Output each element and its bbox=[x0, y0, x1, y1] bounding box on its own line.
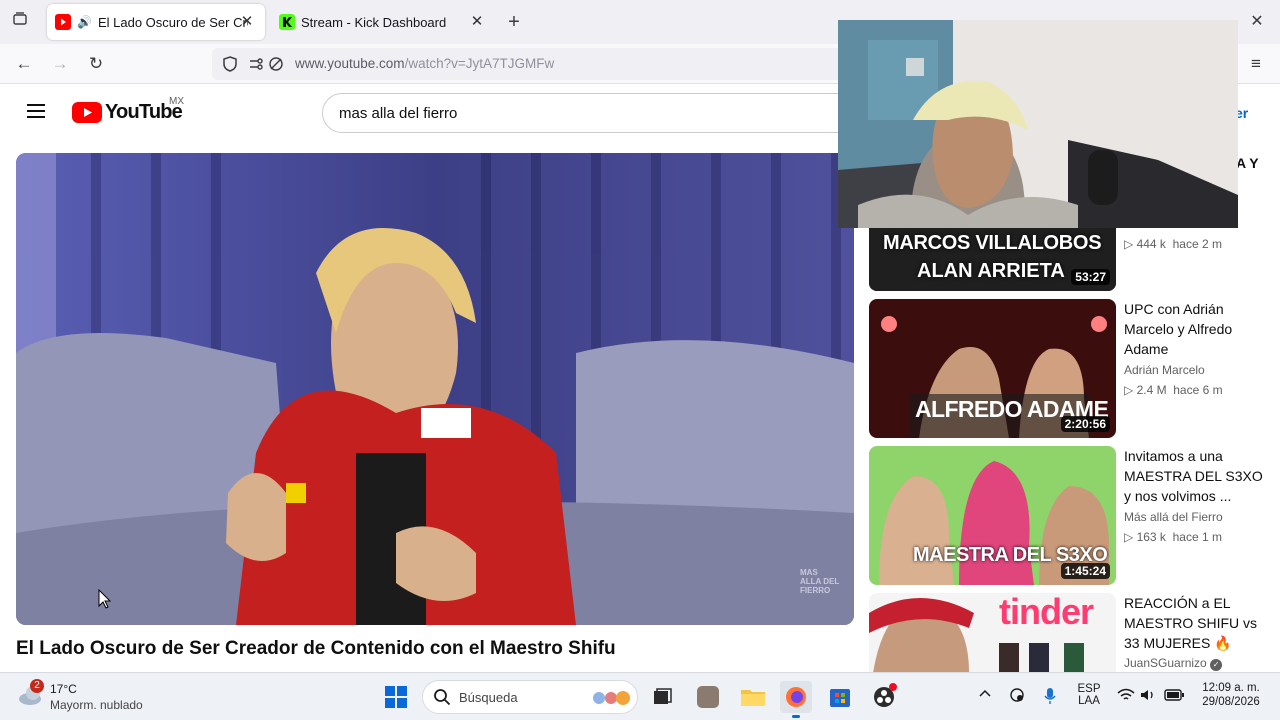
forward-icon[interactable]: → bbox=[48, 52, 72, 76]
video-stats: ▷ 163 k hace 1 m bbox=[1124, 530, 1222, 544]
store-icon[interactable] bbox=[824, 681, 856, 713]
weather-condition[interactable]: Mayorm. nublado bbox=[50, 698, 143, 712]
close-tab-icon[interactable]: ✕ bbox=[467, 12, 487, 32]
start-button[interactable] bbox=[380, 681, 412, 713]
thumbnail-text: tinder bbox=[999, 593, 1094, 632]
search-icon bbox=[433, 688, 451, 711]
microphone-icon[interactable] bbox=[1043, 687, 1057, 710]
tab-list-icon[interactable] bbox=[8, 10, 32, 34]
new-tab-icon[interactable]: + bbox=[502, 10, 526, 34]
video-title[interactable]: REACCIÓN a EL MAESTRO SHIFU vs 33 MUJERE… bbox=[1124, 593, 1264, 653]
permissions-icon[interactable] bbox=[248, 56, 264, 77]
autoplay-blocked-icon[interactable] bbox=[268, 56, 284, 77]
recommendation-item[interactable]: tinder REACCIÓN a EL MAESTRO SHIFU vs 33… bbox=[869, 593, 1269, 672]
windows-taskbar: 2 17°C Mayorm. nublado Búsqueda ESP LAA … bbox=[0, 672, 1280, 720]
search-query: mas alla del fierro bbox=[339, 105, 458, 122]
search-placeholder: Búsqueda bbox=[459, 690, 518, 705]
recommendation-item[interactable]: ALFREDO ADAME 2:20:56 UPC con Adrián Mar… bbox=[869, 299, 1269, 438]
kick-favicon-icon bbox=[279, 14, 295, 30]
file-explorer-icon[interactable] bbox=[737, 681, 769, 713]
obs-icon[interactable] bbox=[868, 681, 900, 713]
search-highlight-icon bbox=[591, 689, 633, 712]
window-close-icon[interactable]: ✕ bbox=[1245, 10, 1269, 34]
video-duration: 2:20:56 bbox=[1060, 416, 1110, 432]
url-bar[interactable]: www.youtube.com/watch?v=JytA7TJGMFw bbox=[212, 48, 852, 80]
video-duration: 1:45:24 bbox=[1060, 563, 1110, 579]
task-view-icon[interactable] bbox=[646, 681, 678, 713]
channel-watermark: MAS ALLA DEL FIERRO bbox=[800, 568, 840, 595]
thumbnail-text: MARCOS VILLALOBOS bbox=[883, 232, 1102, 254]
tab-title: Stream - Kick Dashboard bbox=[301, 14, 447, 30]
close-tab-icon[interactable]: ✕ bbox=[237, 12, 257, 32]
video-thumbnail[interactable]: ALFREDO ADAME 2:20:56 bbox=[869, 299, 1116, 438]
channel-name[interactable]: Más allá del Fierro bbox=[1124, 510, 1223, 524]
chevron-up-icon[interactable] bbox=[978, 687, 992, 704]
youtube-favicon-icon bbox=[55, 14, 71, 30]
shield-icon[interactable] bbox=[221, 55, 239, 78]
volume-icon[interactable] bbox=[1140, 688, 1156, 707]
language-indicator[interactable]: ESP LAA bbox=[1074, 683, 1104, 707]
battery-icon[interactable] bbox=[1164, 688, 1184, 707]
verified-icon: ✓ bbox=[1210, 659, 1223, 671]
weather-widget[interactable]: 2 bbox=[18, 679, 46, 709]
notification-badge: 2 bbox=[30, 679, 44, 693]
video-thumbnail[interactable]: MAESTRA DEL S3XO 1:45:24 bbox=[869, 446, 1116, 585]
channel-name[interactable]: JuanSGuarnizo ✓ bbox=[1124, 656, 1223, 671]
menu-icon[interactable] bbox=[27, 100, 45, 122]
video-stats: ▷ 444 k hace 2 m bbox=[1124, 237, 1222, 251]
video-title[interactable]: UPC con Adrián Marcelo y Alfredo Adame bbox=[1124, 299, 1264, 359]
search-input[interactable]: mas alla del fierro ✕ bbox=[322, 93, 852, 133]
tab-kick-dashboard[interactable]: Stream - Kick Dashboard ✕ bbox=[271, 4, 495, 40]
tab-title: El Lado Oscuro de Ser Crea bbox=[97, 14, 248, 30]
app-menu-icon[interactable]: ≡ bbox=[1244, 52, 1268, 76]
video-stats: ▷ 2.4 M hace 6 m bbox=[1124, 383, 1223, 397]
video-duration: 53:27 bbox=[1071, 269, 1110, 285]
back-icon[interactable]: ← bbox=[12, 52, 36, 76]
temperature[interactable]: 17°C bbox=[50, 682, 77, 696]
webcam-feed bbox=[838, 20, 1238, 228]
channel-name[interactable]: Adrián Marcelo bbox=[1124, 363, 1205, 377]
url-text: www.youtube.com/watch?v=JytA7TJGMFw bbox=[295, 56, 555, 71]
clock[interactable]: 12:09 a. m. 29/08/2026 bbox=[1194, 682, 1268, 708]
firefox-icon[interactable] bbox=[780, 681, 812, 718]
windows-logo-icon bbox=[385, 686, 407, 708]
webcam-overlay bbox=[838, 20, 1238, 228]
thumbnail-text: ALAN ARRIETA bbox=[917, 260, 1065, 282]
taskbar-search[interactable]: Búsqueda bbox=[422, 680, 638, 714]
region-code: MX bbox=[169, 96, 184, 107]
tab-youtube-video[interactable]: 🔊 El Lado Oscuro de Ser Crea ✕ bbox=[47, 4, 265, 40]
video-player[interactable]: MAS ALLA DEL FIERRO bbox=[16, 153, 854, 625]
mouse-cursor-icon bbox=[98, 588, 112, 614]
cloud-sync-icon[interactable] bbox=[1008, 687, 1026, 708]
video-thumbnail[interactable]: tinder bbox=[869, 593, 1116, 672]
video-frame bbox=[16, 153, 854, 625]
video-title: El Lado Oscuro de Ser Creador de Conteni… bbox=[16, 638, 616, 659]
youtube-logo-icon bbox=[72, 102, 102, 123]
active-indicator bbox=[792, 715, 800, 718]
wifi-icon[interactable] bbox=[1117, 688, 1135, 707]
reload-icon[interactable]: ↻ bbox=[84, 52, 108, 76]
video-title[interactable]: Invitamos a una MAESTRA DEL S3XO y nos v… bbox=[1124, 446, 1264, 506]
audio-playing-icon[interactable]: 🔊 bbox=[77, 15, 92, 29]
app-icon[interactable] bbox=[692, 681, 724, 713]
youtube-logo[interactable]: YouTube MX bbox=[72, 96, 184, 128]
recommendation-item[interactable]: MAESTRA DEL S3XO 1:45:24 Invitamos a una… bbox=[869, 446, 1269, 585]
